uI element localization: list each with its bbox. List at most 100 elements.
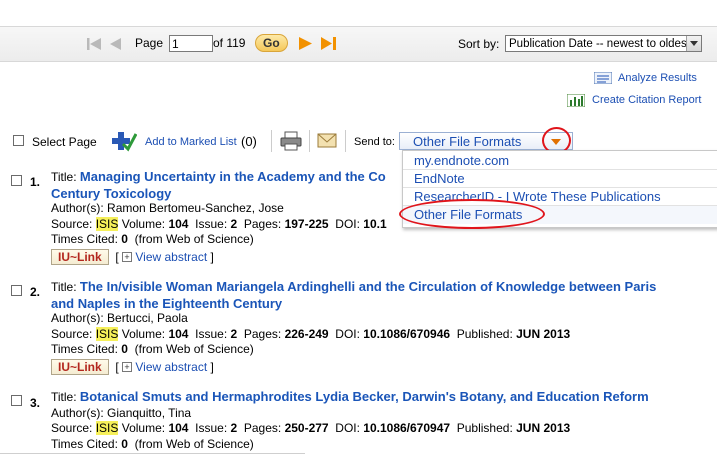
citation-report-icon[interactable] bbox=[567, 94, 585, 107]
result-2-iu-link-button[interactable]: IU~Link bbox=[51, 358, 109, 375]
menu-item-my-endnote[interactable]: my.endnote.com bbox=[403, 152, 717, 170]
result-3-doi: 10.1086/670947 bbox=[363, 421, 451, 435]
title-label: Title: bbox=[51, 170, 77, 184]
issue-label: Issue: bbox=[195, 326, 228, 341]
print-icon[interactable] bbox=[280, 131, 302, 151]
menu-item-endnote[interactable]: EndNote bbox=[403, 170, 717, 188]
send-to-selected: Other File Formats bbox=[413, 134, 522, 149]
result-2-source: ISIS bbox=[95, 326, 119, 341]
last-page-icon[interactable] bbox=[320, 36, 337, 51]
page-label: Page bbox=[135, 36, 164, 50]
doi-label: DOI: bbox=[335, 326, 360, 341]
times-cited-label: Times Cited: bbox=[51, 232, 118, 246]
doi-label: DOI: bbox=[335, 216, 360, 231]
page-bottom-divider bbox=[0, 453, 305, 454]
pages-label: Pages: bbox=[243, 216, 282, 231]
result-1-pages: 197-225 bbox=[284, 216, 329, 231]
result-3-authors: Gianquitto, Tina bbox=[107, 405, 192, 420]
result-1-iu-link-button[interactable]: IU~Link bbox=[51, 248, 109, 265]
first-page-icon[interactable] bbox=[87, 37, 101, 51]
add-to-marked-list-icon[interactable] bbox=[109, 130, 137, 152]
result-3-issue: 2 bbox=[230, 421, 238, 435]
page-number-input[interactable] bbox=[169, 35, 213, 52]
go-button[interactable]: Go bbox=[255, 34, 288, 52]
toolbar-divider bbox=[271, 130, 272, 152]
result-3: Title: Botanical Smuts and Hermaphrodite… bbox=[51, 389, 711, 452]
annotation-circle-other-file-formats bbox=[399, 199, 545, 229]
result-1-source: ISIS bbox=[95, 216, 119, 231]
toolbar-divider bbox=[309, 130, 310, 152]
result-3-published: JUN 2013 bbox=[516, 421, 571, 435]
authors-label: Author(s): bbox=[51, 201, 104, 215]
times-cited-note: (from Web of Science) bbox=[134, 342, 254, 356]
title-label: Title: bbox=[51, 390, 77, 404]
result-2-issue: 2 bbox=[230, 326, 238, 341]
result-2-doi: 10.1086/670946 bbox=[363, 326, 451, 341]
result-2-checkbox[interactable] bbox=[11, 285, 22, 296]
pages-label: Pages: bbox=[243, 421, 282, 435]
previous-page-icon[interactable] bbox=[108, 37, 122, 51]
result-3-source: ISIS bbox=[95, 421, 119, 435]
published-label: Published: bbox=[456, 421, 513, 435]
published-label: Published: bbox=[456, 326, 513, 341]
result-3-pages: 250-277 bbox=[284, 421, 329, 435]
issue-label: Issue: bbox=[195, 216, 228, 231]
result-2-title-link[interactable]: The In/visible Woman Mariangela Ardinghe… bbox=[80, 279, 656, 294]
result-2-authors: Bertucci, Paola bbox=[107, 311, 188, 325]
authors-label: Author(s): bbox=[51, 311, 104, 325]
create-citation-report-link[interactable]: Create Citation Report bbox=[592, 94, 701, 106]
result-1-volume: 104 bbox=[168, 216, 189, 231]
volume-label: Volume: bbox=[121, 216, 166, 231]
result-3-checkbox[interactable] bbox=[11, 395, 22, 406]
issue-label: Issue: bbox=[195, 421, 228, 435]
expand-icon[interactable]: + bbox=[122, 362, 133, 373]
times-cited-note: (from Web of Science) bbox=[134, 436, 254, 451]
analyze-results-link[interactable]: Analyze Results bbox=[618, 72, 697, 84]
next-page-icon[interactable] bbox=[298, 36, 313, 51]
result-1-times-cited: 0 bbox=[121, 232, 128, 246]
result-3-title-link[interactable]: Botanical Smuts and Hermaphrodites Lydia… bbox=[80, 389, 649, 404]
select-page-label: Select Page bbox=[32, 135, 97, 149]
result-2-title-link-line2[interactable]: and Naples in the Eighteenth Century bbox=[51, 296, 711, 312]
send-to-label: Send to: bbox=[354, 136, 395, 148]
result-2-view-abstract-link[interactable]: View abstract bbox=[135, 360, 207, 374]
sort-selected-value: Publication Date -- newest to oldest bbox=[509, 38, 690, 50]
toolbar-divider bbox=[345, 130, 346, 152]
result-1-number: 1. bbox=[30, 175, 41, 189]
result-1-checkbox[interactable] bbox=[11, 175, 22, 186]
source-label: Source: bbox=[51, 216, 93, 231]
result-2-volume: 104 bbox=[168, 326, 189, 341]
pages-label: Pages: bbox=[243, 326, 282, 341]
result-1-title-link[interactable]: Managing Uncertainty in the Academy and … bbox=[80, 169, 386, 184]
result-1-view-abstract-link[interactable]: View abstract bbox=[135, 250, 207, 264]
pagination-bar: Page of 119 Go Sort by: Publication Date… bbox=[0, 26, 717, 62]
email-icon[interactable] bbox=[317, 133, 337, 148]
source-label: Source: bbox=[51, 421, 93, 435]
times-cited-note: (from Web of Science) bbox=[134, 232, 254, 246]
sort-label: Sort by: bbox=[458, 37, 500, 51]
analyze-results-icon[interactable] bbox=[594, 72, 612, 84]
result-2-pages: 226-249 bbox=[284, 326, 329, 341]
title-label: Title: bbox=[51, 280, 77, 294]
result-2-times-cited: 0 bbox=[121, 342, 128, 356]
authors-label: Author(s): bbox=[51, 405, 104, 420]
result-3-times-cited: 0 bbox=[121, 436, 128, 451]
add-to-marked-list-link[interactable]: Add to Marked List bbox=[145, 136, 237, 148]
source-label: Source: bbox=[51, 326, 93, 341]
times-cited-label: Times Cited: bbox=[51, 342, 118, 356]
times-cited-label: Times Cited: bbox=[51, 436, 118, 451]
result-3-volume: 104 bbox=[168, 421, 189, 435]
doi-label: DOI: bbox=[335, 421, 360, 435]
result-1-authors: Ramon Bertomeu-Sanchez, Jose bbox=[107, 201, 284, 215]
select-page-checkbox[interactable] bbox=[13, 135, 24, 146]
chevron-down-icon[interactable] bbox=[686, 36, 701, 51]
volume-label: Volume: bbox=[121, 421, 166, 435]
page-count: of 119 bbox=[213, 36, 246, 50]
sort-select[interactable]: Publication Date -- newest to oldest bbox=[505, 35, 702, 52]
marked-list-count: (0) bbox=[241, 134, 257, 149]
volume-label: Volume: bbox=[121, 326, 166, 341]
expand-icon[interactable]: + bbox=[122, 252, 133, 263]
result-1-doi: 10.1 bbox=[363, 216, 387, 231]
result-1-issue: 2 bbox=[230, 216, 238, 231]
result-3-number: 3. bbox=[30, 396, 41, 410]
